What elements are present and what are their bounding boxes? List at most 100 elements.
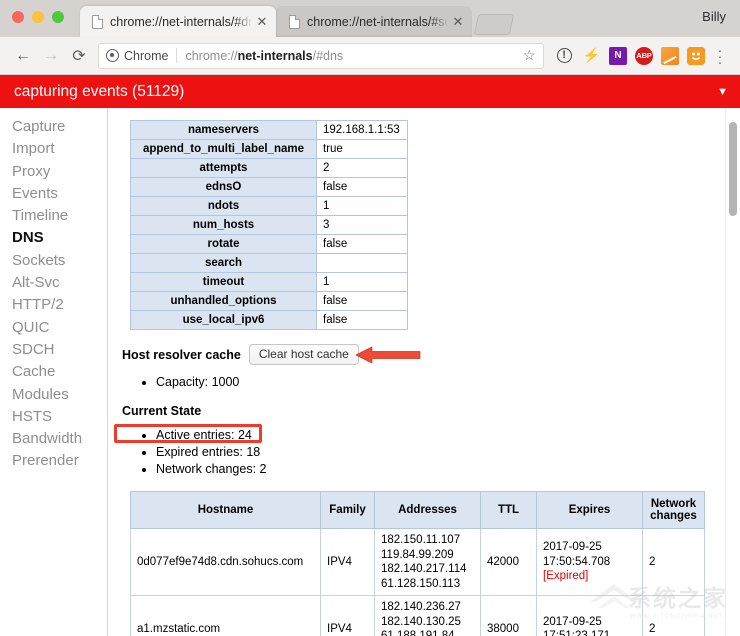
sidebar-item-bandwidth[interactable]: Bandwidth	[8, 428, 107, 450]
table-row: use_local_ipv6 false	[131, 311, 408, 330]
table-row: ednsO false	[131, 178, 408, 197]
back-icon[interactable]: ←	[10, 43, 36, 69]
sidebar-item-capture[interactable]: Capture	[8, 116, 107, 138]
config-key: ednsO	[131, 178, 317, 197]
address-line: 182.140.236.27	[381, 600, 474, 615]
zoom-window-button[interactable]	[52, 11, 64, 23]
clear-host-cache-button[interactable]: Clear host cache	[249, 344, 359, 365]
tab-sockets[interactable]: chrome://net-internals/#socke ✕	[276, 6, 472, 37]
config-key: timeout	[131, 273, 317, 292]
dns-config-table: nameservers 192.168.1.1:53 append_to_mul…	[130, 120, 408, 330]
tab-strip: chrome://net-internals/#dns ✕ chrome://n…	[0, 0, 740, 37]
address-line: 182.150.11.107	[381, 533, 474, 548]
expires-time: 17:51:23.171	[543, 629, 636, 636]
bookmark-star-icon[interactable]: ☆	[523, 47, 536, 64]
table-row: 0d077ef9e74d8.cdn.sohucs.com IPV4 182.15…	[131, 529, 705, 596]
column-header-hostname: Hostname	[131, 492, 321, 529]
chart-extension-icon[interactable]	[661, 47, 679, 65]
table-row: unhandled_options false	[131, 292, 408, 311]
reload-icon[interactable]: ⟳	[66, 43, 92, 69]
config-value: false	[317, 311, 408, 330]
cell-ttl: 42000	[481, 529, 537, 596]
sidebar-item-timeline[interactable]: Timeline	[8, 205, 107, 227]
config-value	[317, 254, 408, 273]
vertical-scrollbar[interactable]	[725, 108, 740, 636]
capturing-events-label: capturing events (51129)	[14, 83, 184, 101]
column-header-network-changes: Network changes	[643, 492, 705, 529]
config-value: 3	[317, 216, 408, 235]
config-value: true	[317, 140, 408, 159]
new-tab-button[interactable]	[474, 14, 514, 35]
config-value: 192.168.1.1:53	[317, 121, 408, 140]
sidebar-item-events[interactable]: Events	[8, 183, 107, 205]
sidebar-item-sdch[interactable]: SDCH	[8, 339, 107, 361]
config-key: attempts	[131, 159, 317, 178]
lightning-icon: ⚡	[583, 47, 600, 64]
face-extension-icon[interactable]	[687, 47, 705, 65]
cell-network-changes: 2	[643, 529, 705, 596]
table-row: rotate false	[131, 235, 408, 254]
column-header-ttl: TTL	[481, 492, 537, 529]
close-icon[interactable]: ✕	[254, 14, 270, 30]
adblock-plus-extension-icon[interactable]: ABP	[635, 47, 653, 65]
address-line: 119.84.99.209	[381, 548, 474, 563]
sidebar-item-sockets[interactable]: Sockets	[8, 250, 107, 272]
profile-name[interactable]: Billy	[702, 9, 726, 24]
cell-family: IPV4	[321, 529, 375, 596]
tab-dns[interactable]: chrome://net-internals/#dns ✕	[80, 6, 276, 37]
face-glyph	[689, 49, 703, 63]
chevron-down-icon[interactable]: ▼	[717, 86, 728, 98]
page-icon	[92, 15, 103, 29]
url-prefix: chrome://	[185, 49, 237, 63]
close-window-button[interactable]	[12, 11, 24, 23]
address-line: 61.128.150.113	[381, 577, 474, 592]
sidebar-item-modules[interactable]: Modules	[8, 384, 107, 406]
cell-network-changes: 2	[643, 596, 705, 636]
chrome-menu-icon[interactable]: ···	[710, 47, 730, 65]
table-row: append_to_multi_label_name true	[131, 140, 408, 159]
host-cache-entries-table: Hostname Family Addresses TTL Expires Ne…	[130, 491, 705, 636]
expired-badge: [Expired]	[543, 569, 636, 584]
sidebar-item-cache[interactable]: Cache	[8, 361, 107, 383]
browser-window: chrome://net-internals/#dns ✕ chrome://n…	[0, 0, 740, 636]
browser-toolbar: ← → ⟳ Chrome chrome://net-internals/#dns…	[0, 37, 740, 75]
minimize-window-button[interactable]	[32, 11, 44, 23]
chrome-icon	[106, 49, 119, 62]
sidebar-item-http2[interactable]: HTTP/2	[8, 294, 107, 316]
config-key: rotate	[131, 235, 317, 254]
network-changes-item: Network changes: 2	[156, 461, 740, 477]
host-resolver-capacity-list: Capacity: 1000	[122, 374, 740, 390]
url-domain: net-internals	[238, 49, 313, 63]
config-key: nameservers	[131, 121, 317, 140]
sidebar-item-hsts[interactable]: HSTS	[8, 406, 107, 428]
sidebar-item-proxy[interactable]: Proxy	[8, 161, 107, 183]
config-value: false	[317, 178, 408, 197]
table-row: num_hosts 3	[131, 216, 408, 235]
tab-title: chrome://net-internals/#socke	[307, 15, 448, 29]
sidebar-item-dns[interactable]: DNS	[8, 227, 107, 249]
column-header-addresses: Addresses	[375, 492, 481, 529]
tab-title: chrome://net-internals/#dns	[110, 15, 252, 29]
column-header-family: Family	[321, 492, 375, 529]
config-value: 1	[317, 273, 408, 292]
cell-family: IPV4	[321, 596, 375, 636]
config-value: 2	[317, 159, 408, 178]
close-icon[interactable]: ✕	[450, 14, 466, 30]
scrollbar-thumb[interactable]	[729, 122, 737, 216]
sidebar-item-alt-svc[interactable]: Alt-Svc	[8, 272, 107, 294]
url-suffix: /#dns	[313, 49, 344, 63]
sidebar-item-import[interactable]: Import	[8, 138, 107, 160]
capturing-events-banner[interactable]: capturing events (51129) ▼	[0, 75, 740, 108]
cell-ttl: 38000	[481, 596, 537, 636]
sidebar-item-quic[interactable]: QUIC	[8, 317, 107, 339]
url-text: chrome://net-internals/#dns	[185, 49, 517, 63]
table-row: search	[131, 254, 408, 273]
current-state-list: Active entries: 24 Expired entries: 18 N…	[122, 427, 740, 477]
address-bar[interactable]: Chrome chrome://net-internals/#dns ☆	[98, 43, 544, 69]
onenote-extension-icon[interactable]: N	[609, 47, 627, 65]
page-info-icon[interactable]: !	[557, 48, 572, 63]
net-internals-sidebar: Capture Import Proxy Events Timeline DNS…	[0, 108, 108, 636]
page-body: Capture Import Proxy Events Timeline DNS…	[0, 108, 740, 636]
tab-list: chrome://net-internals/#dns ✕ chrome://n…	[80, 0, 512, 37]
sidebar-item-prerender[interactable]: Prerender	[8, 450, 107, 472]
